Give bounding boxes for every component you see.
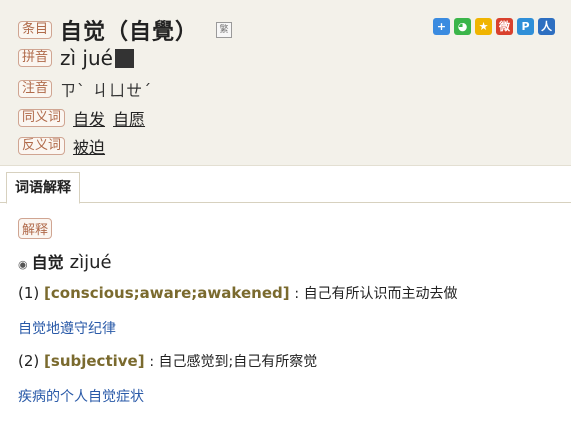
pinyin-text: zì jué [60,46,113,70]
headword: 自觉（自覺） [60,20,199,45]
word-line: ◉ 自觉 zìjué [18,249,112,273]
zhuyin-row: 注音 ㄗˋ ㄐㄩㄝˊ [18,77,152,101]
sense-english: [subjective] [44,352,145,370]
sense-number: (2) [18,352,40,370]
explanation-content: 解释 ◉ 自觉 zìjué (1) [conscious;aware;awakene… [18,218,558,405]
traditional-char-icon[interactable]: 繁 [216,22,233,38]
tencent-weibo-icon[interactable]: P [517,18,534,35]
sense-english: [conscious;aware;awakened] [44,284,290,302]
tag-headword: 条目 [18,21,53,39]
explanation-pinyin: zìjué [69,252,112,273]
renren-icon[interactable]: 人 [538,18,555,35]
sense-2: (2) [subjective] : 自己感觉到;自己有所察觉 [18,352,318,370]
synonym-row: 同义词 自发 自愿 [18,106,153,130]
qzone-icon[interactable]: ★ [475,18,492,35]
zhuyin-text: ㄗˋ ㄐㄩㄝˊ [60,81,153,100]
sense-chinese: 自己有所认识而主动去做 [303,286,458,302]
headword-row: 条目 自觉（自覺） 繁 [18,14,233,46]
entry-panel: 条目 自觉（自覺） 繁 拼音 zì jué 注音 ㄗˋ ㄐㄩㄝˊ 同义词 自发 … [0,0,571,166]
tag-explanation: 解释 [18,218,53,239]
tag-zhuyin: 注音 [18,80,53,98]
explanation-word: 自觉 [31,253,64,272]
sense-chinese: 自己感觉到;自己有所察觉 [158,354,318,370]
tag-pinyin: 拼音 [18,49,53,67]
pinyin-row: 拼音 zì jué [18,46,134,70]
antonym-link[interactable]: 被迫 [73,134,105,158]
share-toolbar: + ◕ ★ 微 P 人 [433,18,555,35]
sense-1-example: 自觉地遵守纪律 [18,321,116,337]
audio-play-icon[interactable] [114,48,134,68]
wechat-icon[interactable]: ◕ [454,18,471,35]
tag-antonym: 反义词 [18,137,66,155]
bullet-icon: ◉ [18,258,28,271]
sense-2-example: 疾病的个人自觉症状 [18,389,144,405]
plus-share-icon[interactable]: + [433,18,450,35]
synonym-link[interactable]: 自发 [73,106,105,130]
tag-synonym: 同义词 [18,109,66,127]
sense-number: (1) [18,284,40,302]
sense-1: (1) [conscious;aware;awakened] : 自己有所认识而… [18,284,458,302]
tab-word-explanation[interactable]: 词语解释 [6,172,80,204]
weibo-icon[interactable]: 微 [496,18,513,35]
antonym-row: 反义词 被迫 [18,134,113,158]
tab-bar: 词语解释 [0,172,571,204]
synonym-link[interactable]: 自愿 [113,106,145,130]
